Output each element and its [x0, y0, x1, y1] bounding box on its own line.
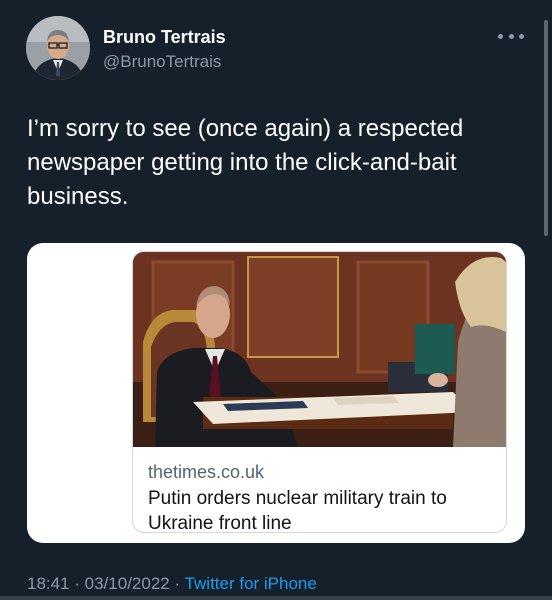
author-name[interactable]: Bruno Tertrais — [103, 27, 226, 48]
more-dot — [519, 33, 524, 39]
more-dot — [508, 33, 514, 39]
media-card[interactable]: thetimes.co.uk Putin orders nuclear mili… — [27, 243, 525, 543]
tweet-source-link[interactable]: Twitter for iPhone — [185, 574, 317, 593]
card-headline[interactable]: Putin orders nuclear military train to U… — [148, 486, 498, 532]
meta-separator: · — [69, 574, 85, 593]
tweet-date[interactable]: 03/10/2022 — [85, 574, 170, 593]
link-preview-card[interactable]: thetimes.co.uk Putin orders nuclear mili… — [132, 251, 507, 533]
card-domain[interactable]: thetimes.co.uk — [148, 462, 264, 483]
tweet-time[interactable]: 18:41 — [27, 574, 70, 593]
bottom-divider — [0, 596, 552, 600]
tweet-meta: 18:41 · 03/10/2022 · Twitter for iPhone — [27, 574, 317, 594]
news-photo-icon — [133, 252, 506, 447]
avatar-photo-icon — [26, 16, 90, 80]
more-options-icon[interactable] — [498, 28, 524, 44]
author-avatar[interactable] — [26, 16, 90, 80]
meta-separator: · — [169, 574, 185, 593]
more-dot — [498, 33, 503, 39]
author-handle[interactable]: @BrunoTertrais — [103, 52, 221, 72]
tweet-text: I’m sorry to see (once again) a respecte… — [27, 115, 464, 210]
scrollbar[interactable] — [544, 20, 548, 236]
